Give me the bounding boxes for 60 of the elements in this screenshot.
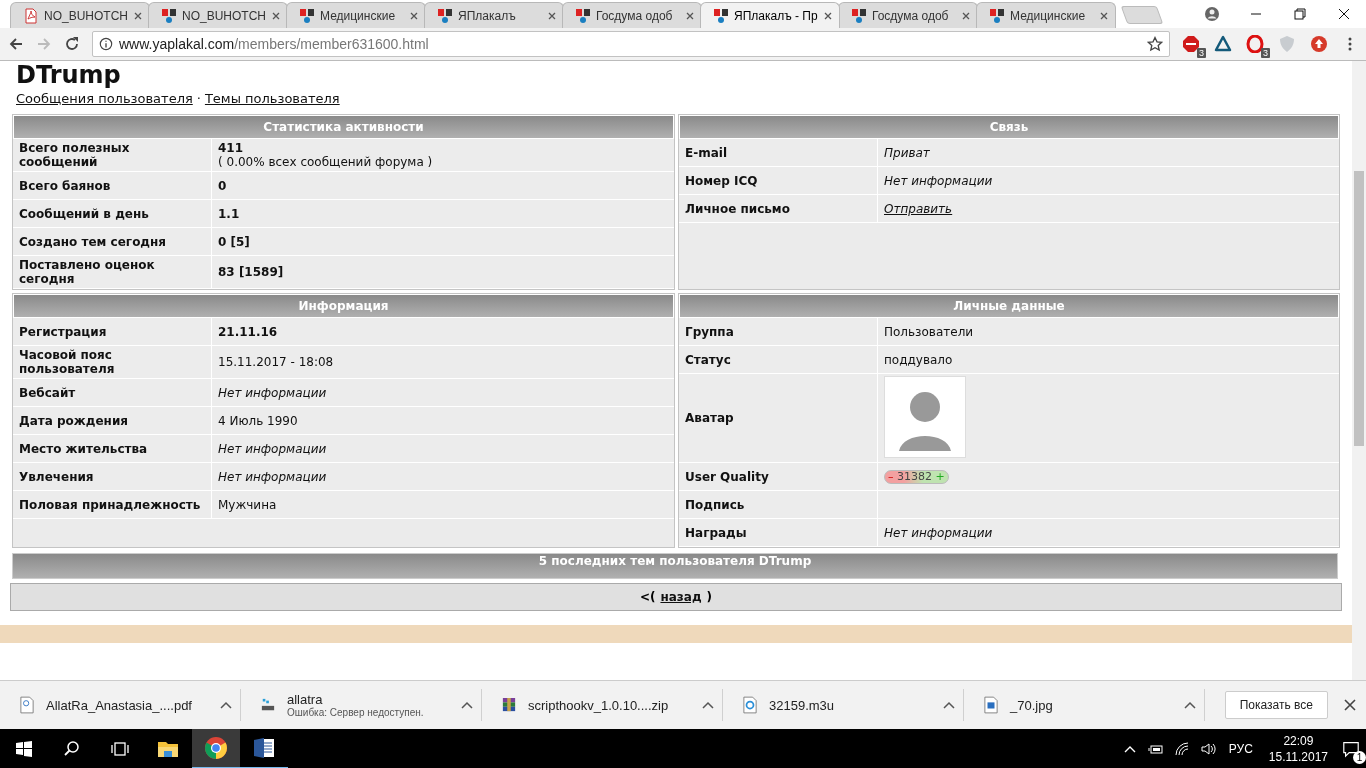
- file-name: _70.jpg: [1010, 697, 1054, 713]
- count-badge: 3: [1261, 48, 1270, 58]
- field-value: Нет информации: [218, 441, 328, 456]
- back-bracket: <(: [639, 590, 656, 604]
- download-item[interactable]: 32159.m3u: [723, 689, 964, 721]
- download-status: Ошибка: Сервер недоступен.: [287, 707, 425, 718]
- field-note: ( 0.00% всех сообщений форума ): [218, 155, 434, 169]
- panel-header: Личные данные: [679, 294, 1339, 318]
- separator-text: ·: [196, 91, 201, 106]
- browser-tab[interactable]: NO_BUHOTCH: [10, 2, 150, 28]
- browser-tab[interactable]: Госдума одоб: [562, 2, 702, 28]
- field-value: Нет информации: [884, 525, 994, 540]
- back-link[interactable]: назад: [660, 590, 702, 604]
- notification-count: 1: [1353, 751, 1366, 764]
- file-name: allatra: [287, 692, 324, 707]
- quality-rating: – 31382 +: [884, 469, 949, 484]
- user-name-heading: DTrump: [16, 61, 121, 89]
- count-badge: 3: [1197, 48, 1206, 58]
- section-header: 5 последних тем пользователя DTrump: [12, 553, 1338, 579]
- download-item[interactable]: scripthookv_1.0.10....zip: [482, 689, 723, 721]
- field-value: поддувало: [884, 352, 954, 367]
- user-messages-link[interactable]: Сообщения пользователя: [16, 91, 193, 106]
- field-value: Нет информации: [884, 173, 994, 188]
- panel-header: Статистика активности: [13, 115, 674, 139]
- field-value: 0 [5]: [218, 234, 251, 249]
- address-bar[interactable]: www.yaplakal.com/members/member631600.html: [92, 31, 1170, 57]
- clock-time[interactable]: 22:09: [1283, 733, 1314, 749]
- back-bracket: ): [706, 590, 713, 604]
- browser-tab[interactable]: Госдума одоб: [838, 2, 978, 28]
- url-text: www.yaplakal.com/members/member631600.html: [119, 36, 430, 52]
- file-name: 32159.m3u: [769, 697, 836, 713]
- panel-header: Информация: [13, 294, 674, 318]
- field-value: Мужчина: [218, 497, 278, 512]
- field-value: Приват: [884, 145, 931, 160]
- field-value: 411: [218, 141, 245, 155]
- field-value: Нет информации: [218, 385, 328, 400]
- download-item[interactable]: AllatRa_Anastasia_....pdf: [0, 689, 241, 721]
- user-topics-link[interactable]: Темы пользователя: [204, 91, 340, 106]
- file-name: AllatRa_Anastasia_....pdf: [46, 697, 193, 713]
- clock-date[interactable]: 15.11.2017: [1268, 749, 1328, 765]
- panel-header: Связь: [679, 115, 1339, 139]
- file-name: scripthookv_1.0.10....zip: [528, 697, 670, 713]
- field-value: 4 Июль 1990: [218, 413, 299, 428]
- browser-tab[interactable]: ЯПлакалъ: [424, 2, 564, 28]
- field-value: Нет информации: [218, 469, 328, 484]
- field-value: 1.1: [218, 206, 241, 221]
- show-all-button[interactable]: Показать все: [1224, 691, 1328, 719]
- download-item[interactable]: _70.jpg: [964, 689, 1205, 721]
- browser-tab[interactable]: Медицинские: [976, 2, 1116, 28]
- language-indicator[interactable]: РУС: [1228, 742, 1253, 756]
- field-value: 0: [218, 178, 228, 193]
- field-value: 83 [1589]: [218, 265, 285, 279]
- browser-tab[interactable]: NO_BUHOTCH: [148, 2, 288, 28]
- field-value: Пользователи: [884, 324, 975, 339]
- download-item[interactable]: allatra Ошибка: Сервер недоступен.: [241, 689, 482, 721]
- send-link[interactable]: Отправить: [884, 201, 953, 216]
- field-value: 21.11.16: [218, 324, 279, 339]
- browser-tab[interactable]: ЯПлакалъ - Пр: [700, 2, 840, 28]
- browser-tab[interactable]: Медицинские: [286, 2, 426, 28]
- field-value: 15.11.2017 - 18:08: [218, 355, 335, 369]
